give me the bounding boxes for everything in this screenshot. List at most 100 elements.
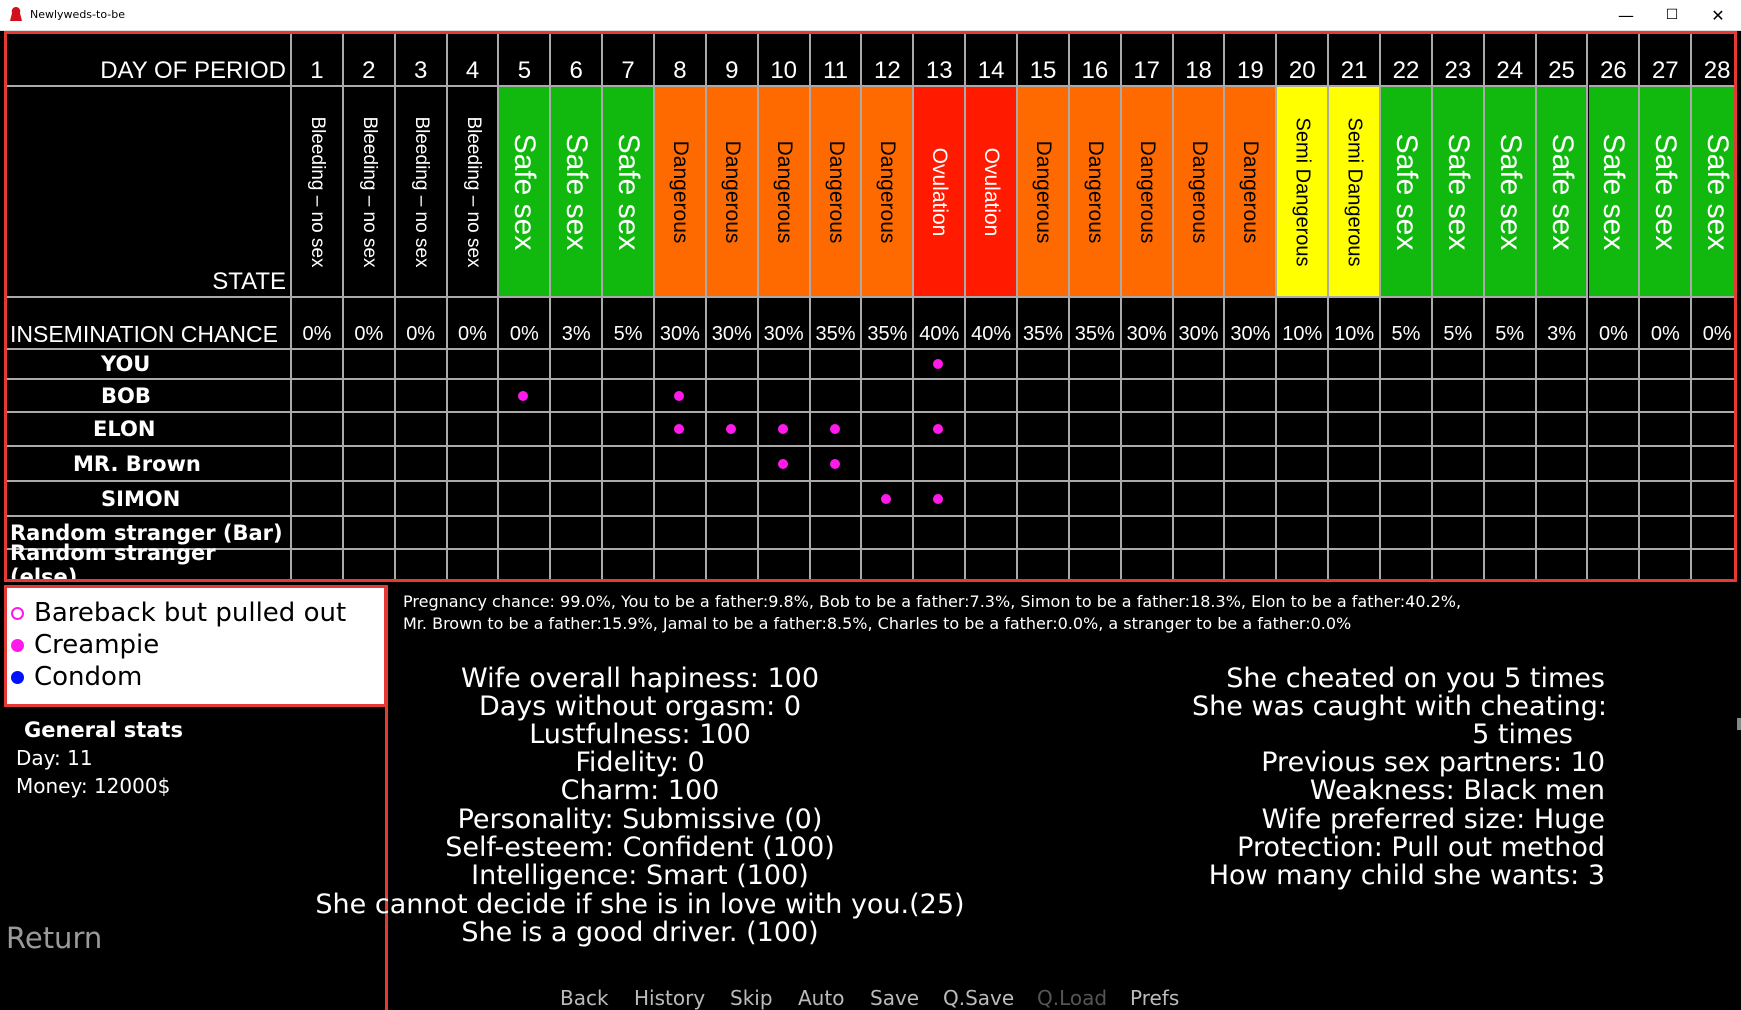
calendar-cell [499,482,552,517]
insemination-chance-value: 0% [395,298,448,350]
calendar-cell [1329,550,1382,579]
menu-prefs[interactable]: Prefs [1130,986,1179,1010]
calendar-cell [344,550,396,579]
state-label-text: Dangerous [668,140,692,243]
calendar-cell [551,413,604,447]
calendar-cell [1069,380,1122,413]
state-cell: Dangerous [1173,87,1226,298]
calendar-cell [758,413,811,447]
calendar-cell [1069,350,1122,380]
calendar-cell [499,380,552,413]
state-cell: Bleeding – no sex [343,87,396,298]
calendar-cell [914,380,967,413]
calendar-cell [1588,447,1641,482]
creampie-marker-icon [725,424,736,434]
calendar-cell [966,447,1019,482]
calendar-cell [1536,350,1589,380]
day-number: 7 [603,34,656,87]
calendar-cell [1588,482,1641,517]
calendar-cell [292,550,344,579]
calendar-cell [1381,517,1433,550]
wife-stat-line: Fidelity: 0 [575,747,705,778]
insemination-chance-value: 5% [603,298,656,350]
scrollbar-thumb[interactable] [1737,718,1741,730]
state-label-text: Ovulation [928,147,952,236]
calendar-cell [1225,550,1278,579]
menu-back[interactable]: Back [560,986,609,1010]
calendar-cell [292,350,344,380]
state-cell: Safe sex [1640,87,1693,298]
calendar-cell [862,447,915,482]
calendar-cell [1381,447,1433,482]
day-number: 6 [551,34,604,87]
dot-marker-icon [11,639,24,652]
calendar-cell [395,482,448,517]
calendar-cell [707,550,759,579]
calendar-cell [1329,482,1382,517]
state-label-text: Safe sex [1493,133,1527,250]
creampie-marker-icon [673,424,684,434]
return-button[interactable]: Return [6,921,102,955]
close-icon[interactable]: ✕ [1695,0,1741,30]
partner-label: BOB [7,380,292,413]
calendar-cell [1018,447,1070,482]
state-cell: Dangerous [810,87,863,298]
calendar-cell [810,413,863,447]
calendar-cell [603,447,656,482]
wife-stat-line: She cheated on you 5 times [1226,663,1605,694]
calendar-cell [1381,482,1433,517]
state-label-text: Bleeding – no sex [358,115,380,268]
legend-item-creampie: Creampie [11,630,159,660]
summary-line-1: Pregnancy chance: 99.0%, You to be a fat… [403,592,1462,611]
calendar-cell [862,380,915,413]
calendar-cell [706,447,759,482]
state-label-text: Bleeding – no sex [410,115,432,268]
calendar-cell [706,350,759,380]
calendar-cell [1121,482,1174,517]
calendar-cell [1381,380,1433,413]
calendar-cell [1640,517,1693,550]
calendar-cell [862,482,915,517]
calendar-cell [1225,482,1278,517]
state-label-text: Bleeding – no sex [306,115,328,268]
maximize-icon[interactable]: ☐ [1649,0,1695,30]
state-cell: Safe sex [1484,87,1537,298]
calendar-cell [1381,550,1433,579]
calendar-cell [1277,447,1330,482]
state-cell: Safe sex [1692,87,1734,298]
day-number: 26 [1588,34,1641,87]
calendar-cell [1640,350,1693,380]
menu-qsave[interactable]: Q.Save [943,986,1014,1010]
partner-label: ELON [7,413,292,447]
calendar-cell [1277,550,1330,579]
dot-marker-icon [11,671,24,684]
calendar-cell [1173,482,1226,517]
minimize-icon[interactable]: — [1603,0,1649,30]
calendar-cell [447,413,500,447]
menu-save[interactable]: Save [870,986,919,1010]
calendar-cell [447,380,500,413]
state-label-text: Safe sex [1389,133,1423,250]
insemination-chance-value: 0% [447,298,500,350]
state-cell: Bleeding – no sex [395,87,448,298]
calendar-cell [706,413,759,447]
calendar-cell [758,517,811,550]
state-cell: Ovulation [966,87,1019,298]
insemination-chance-value: 35% [810,298,863,350]
wife-stat-line: 5 times [1472,719,1573,750]
calendar-cell [1588,350,1641,380]
insemination-chance-label: INSEMINATION CHANCE [7,298,292,350]
menu-skip[interactable]: Skip [730,986,773,1010]
wife-stat-line: Wife overall hapiness: 100 [460,663,819,694]
ring-marker-icon [11,607,24,620]
calendar-cell [1692,550,1734,579]
calendar-cell [396,550,448,579]
menu-history[interactable]: History [634,986,705,1010]
calendar-cell [292,413,344,447]
day-number: 9 [706,34,759,87]
insemination-chance-value: 35% [862,298,915,350]
state-label-text: Dangerous [1239,140,1263,243]
menu-auto[interactable]: Auto [798,986,844,1010]
calendar-cell [1069,517,1122,550]
calendar-cell [1484,482,1537,517]
